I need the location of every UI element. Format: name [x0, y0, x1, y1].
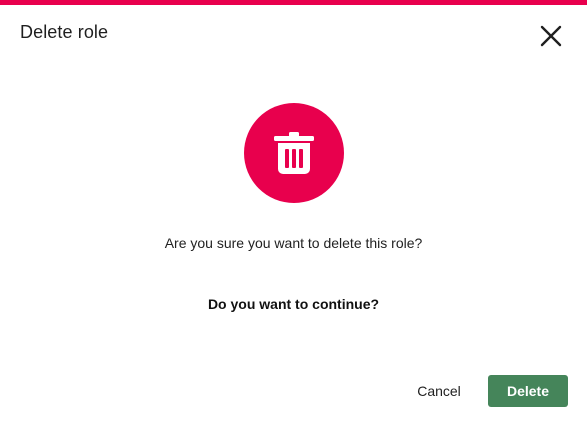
dialog-title: Delete role	[20, 22, 109, 42]
confirmation-message: Are you sure you want to delete this rol…	[164, 235, 423, 251]
top-accent-bar	[0, 0, 587, 5]
delete-role-dialog: Delete role Are you sure you want to del…	[0, 0, 587, 421]
continue-question: Do you want to continue?	[207, 296, 380, 312]
trash-icon	[274, 132, 314, 174]
delete-warning-badge	[244, 103, 344, 203]
close-button[interactable]	[538, 23, 564, 49]
close-icon	[540, 25, 562, 47]
cancel-button[interactable]: Cancel	[406, 375, 472, 407]
delete-button[interactable]: Delete	[488, 375, 568, 407]
